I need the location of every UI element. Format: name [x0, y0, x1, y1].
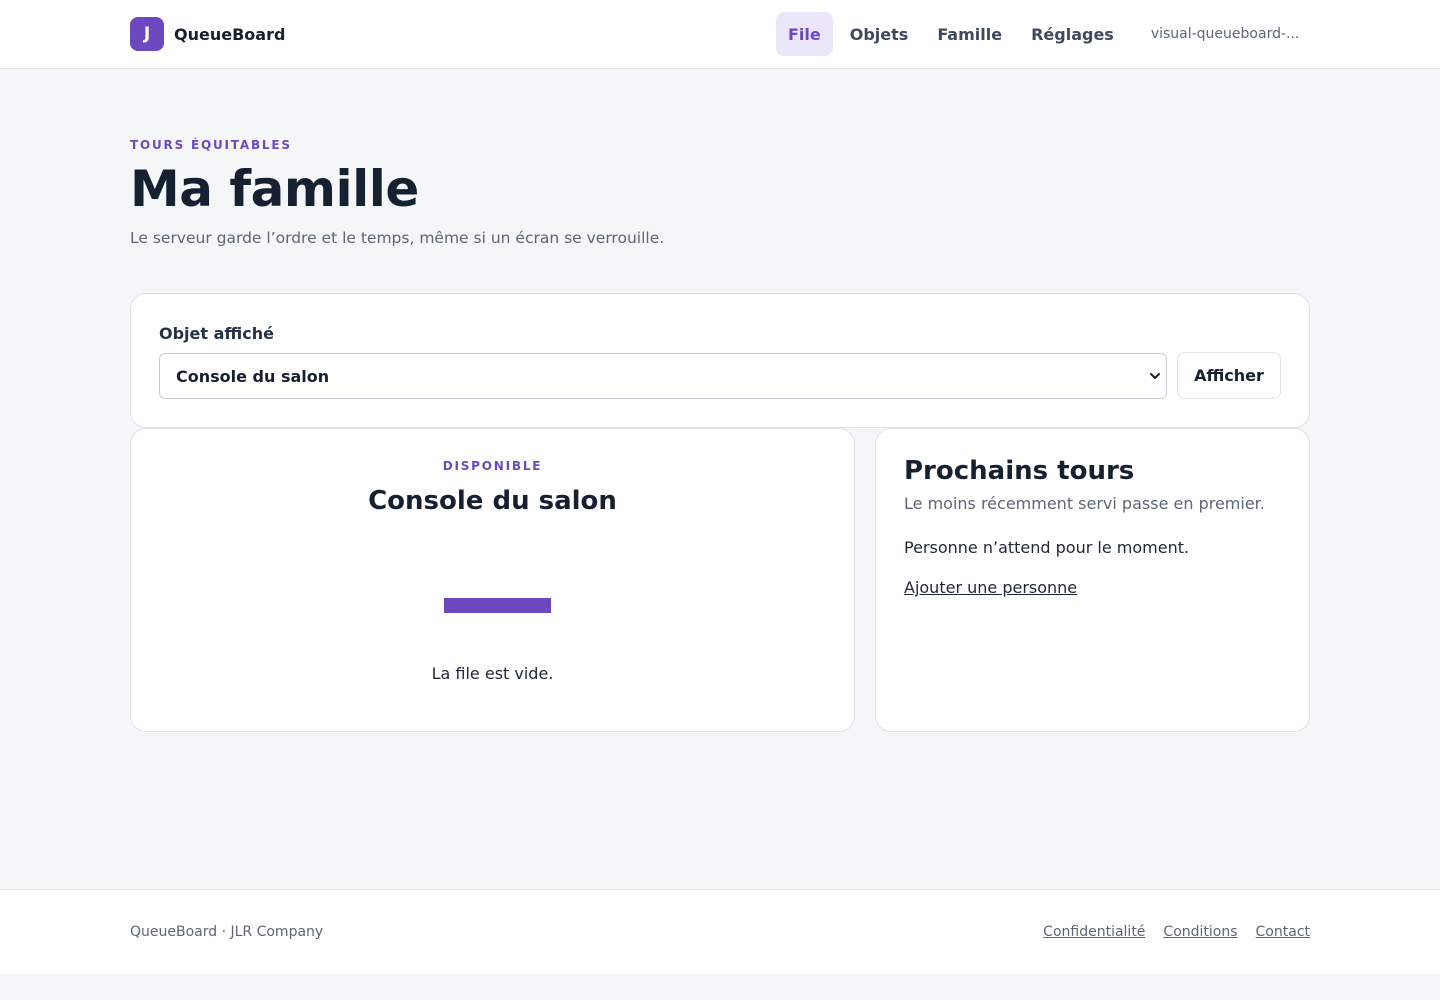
brand-logo-icon: J [130, 17, 164, 51]
footer-links: Confidentialité Conditions Contact [1043, 924, 1310, 940]
object-picker-card: Objet affiché Console du salon Afficher [130, 293, 1310, 428]
object-picker-label: Objet affiché [159, 324, 274, 343]
footer-brand: QueueBoard · JLR Company [130, 924, 324, 940]
object-select-value: Console du salon [176, 366, 330, 386]
nav-item-file[interactable]: File [776, 12, 833, 56]
next-turns-title: Prochains tours [904, 456, 1135, 486]
object-select[interactable]: Console du salon [159, 353, 1167, 399]
main-nav: File Objets Famille Réglages visual-queu… [776, 12, 1311, 56]
next-turns-subtitle: Le moins récemment servi passe en premie… [904, 494, 1265, 513]
show-button[interactable]: Afficher [1177, 352, 1281, 399]
brand[interactable]: J QueueBoard [130, 17, 285, 51]
status-badge: DISPONIBLE [442, 459, 543, 473]
nav-item-reglages[interactable]: Réglages [1019, 12, 1126, 56]
top-navigation-bar: J QueueBoard File Objets Famille Réglage… [0, 0, 1440, 69]
footer-link-terms[interactable]: Conditions [1163, 924, 1237, 940]
current-object-title: Console du salon [368, 486, 617, 516]
page-title: Ma famille [130, 160, 419, 218]
status-accent-bar [444, 598, 551, 613]
page-subtitle: Le serveur garde l’ordre et le temps, mê… [130, 229, 665, 247]
current-turn-card: DISPONIBLE Console du salon La file est … [130, 428, 855, 732]
footer-link-contact[interactable]: Contact [1256, 924, 1310, 940]
next-turns-card: Prochains tours Le moins récemment servi… [875, 428, 1310, 732]
footer-link-privacy[interactable]: Confidentialité [1043, 924, 1145, 940]
user-account-label[interactable]: visual-queueboard-... [1151, 26, 1311, 42]
brand-name: QueueBoard [174, 24, 286, 44]
footer: QueueBoard · JLR Company Confidentialité… [0, 889, 1440, 974]
chevron-down-icon [1150, 373, 1160, 379]
nav-item-objets[interactable]: Objets [838, 12, 921, 56]
page-eyebrow: TOURS ÉQUITABLES [130, 138, 292, 152]
nav-item-famille[interactable]: Famille [925, 12, 1014, 56]
queue-empty-message: La file est vide. [431, 664, 554, 683]
next-turns-empty-message: Personne n’attend pour le moment. [904, 538, 1190, 557]
add-person-link[interactable]: Ajouter une personne [904, 578, 1077, 597]
